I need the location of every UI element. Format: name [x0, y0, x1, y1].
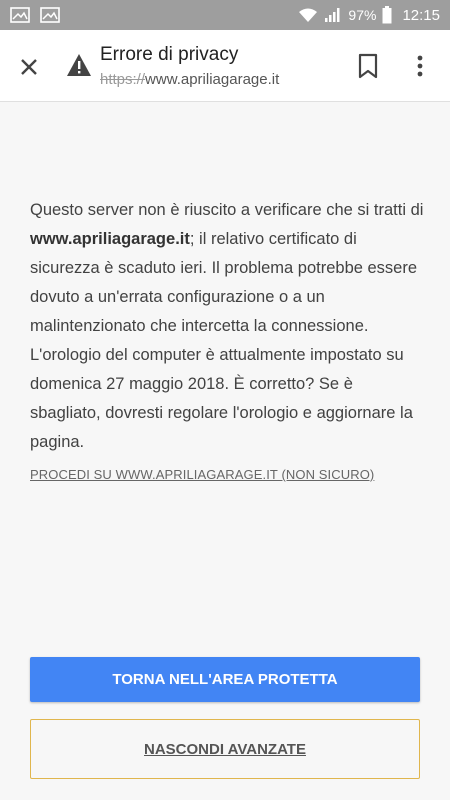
signal-icon	[325, 8, 340, 22]
url-bar[interactable]: https://www.apriliagarage.it	[100, 71, 279, 88]
status-bar-system: 97% 12:15	[298, 6, 440, 24]
page-title: Errore di privacy	[100, 44, 239, 65]
more-vert-icon[interactable]	[414, 52, 426, 80]
description-text-2: ; il relativo certificato di sicurezza è…	[30, 230, 418, 451]
url-host: www.apriliagarage.it	[145, 71, 280, 88]
close-icon[interactable]	[14, 52, 44, 82]
description-domain: www.apriliagarage.it	[30, 230, 190, 248]
error-description: Questo server non è riuscito a verificar…	[30, 196, 425, 457]
description-text-1: Questo server non è riuscito a verificar…	[30, 201, 424, 219]
hide-advanced-button[interactable]: NASCONDI AVANZATE	[30, 719, 420, 779]
url-scheme: https://	[100, 71, 146, 88]
battery-icon	[382, 6, 392, 24]
status-bar: 97% 12:15	[0, 0, 450, 30]
status-bar-notifications	[10, 7, 60, 23]
warning-icon[interactable]	[66, 52, 92, 78]
image-icon	[10, 7, 30, 23]
proceed-unsafe-link[interactable]: PROCEDI SU WWW.APRILIAGARAGE.IT (NON SIC…	[30, 467, 374, 482]
clock: 12:15	[402, 6, 440, 24]
bookmark-icon[interactable]	[356, 52, 380, 80]
battery-percent: 97%	[348, 7, 377, 23]
back-to-safety-button[interactable]: TORNA NELL'AREA PROTETTA	[30, 657, 420, 702]
image-icon	[40, 7, 60, 23]
wifi-icon	[299, 8, 318, 22]
browser-toolbar: Errore di privacy https://www.apriliagar…	[0, 30, 450, 102]
